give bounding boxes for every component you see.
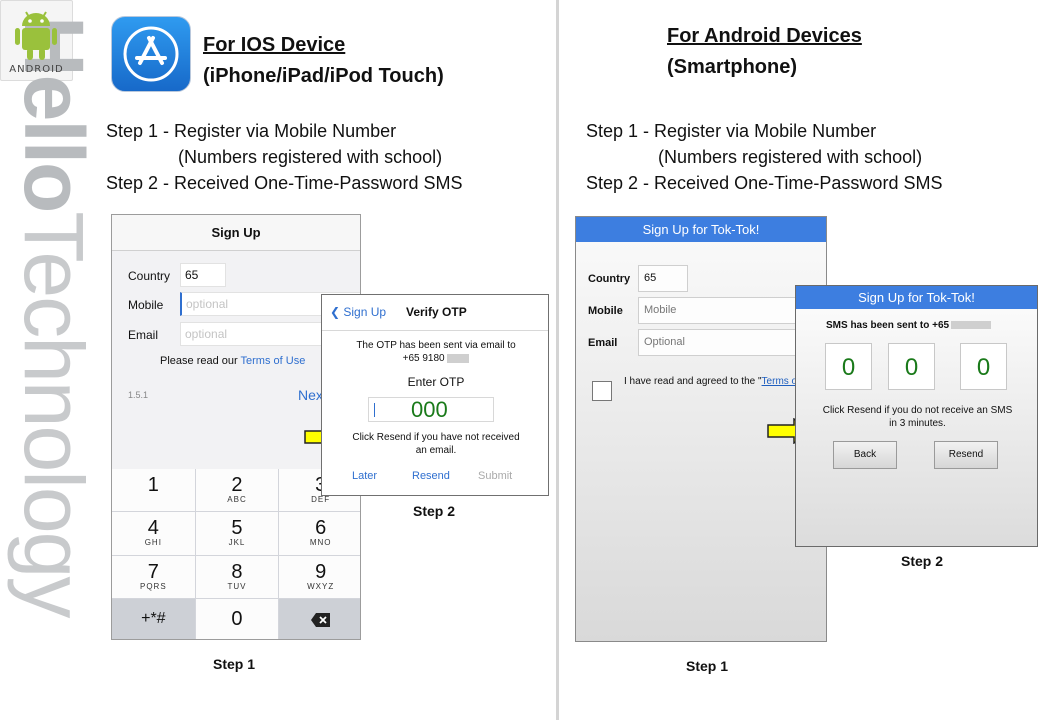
android-step1-note: (Numbers registered with school) xyxy=(658,147,923,167)
country-field[interactable]: 65 xyxy=(180,263,226,287)
ios-step1-caption: Step 1 xyxy=(213,656,256,672)
ios-header-line2: (iPhone/iPad/iPod Touch) xyxy=(203,65,444,87)
android-step2-caption: Step 2 xyxy=(901,553,944,569)
key-8[interactable]: 8 TUV xyxy=(195,555,279,598)
android-mobile-label: Mobile xyxy=(588,305,623,317)
otp-digit-2[interactable]: 0 xyxy=(888,343,935,390)
otp-sent-message: The OTP has been sent via email to +65 9… xyxy=(356,340,516,364)
brand-vertical-text: HelloTechnology xyxy=(0,0,100,720)
key-symbols[interactable]: +*# xyxy=(112,598,195,639)
agree-checkbox[interactable] xyxy=(592,381,612,401)
key-9[interactable]: 9 WXYZ xyxy=(279,555,360,598)
column-divider xyxy=(556,0,559,720)
country-label: Country xyxy=(128,269,171,283)
app-store-icon xyxy=(111,16,191,92)
resend-button[interactable]: Resend xyxy=(412,470,450,482)
otp-digit-1[interactable]: 0 xyxy=(825,343,872,390)
otp-resend-note: Click Resend if you have not received an… xyxy=(352,432,520,456)
android-header-line1: For Android Devices xyxy=(667,25,862,47)
ios-step2: Step 2 - Received One-Time-Password SMS xyxy=(106,173,463,193)
otp-code: 000 xyxy=(411,397,448,422)
key-4[interactable]: 4 GHI xyxy=(112,512,195,555)
android-country-label: Country xyxy=(588,273,631,285)
brand-rest: Technology xyxy=(7,211,100,617)
android-steps: Step 1 - Register via Mobile Number (Num… xyxy=(586,118,942,196)
terms-notice: Please read our Terms of Use xyxy=(160,355,305,367)
android-header-line2: (Smartphone) xyxy=(667,56,797,78)
android-country-field[interactable]: 65 xyxy=(638,265,688,292)
ios-step2-caption: Step 2 xyxy=(413,503,456,519)
back-button[interactable]: Back xyxy=(833,441,897,469)
ios-steps: Step 1 - Register via Mobile Number (Num… xyxy=(106,118,462,196)
otp-digit-3[interactable]: 0 xyxy=(960,343,1007,390)
later-button[interactable]: Later xyxy=(352,470,377,482)
key-6[interactable]: 6 MNO xyxy=(279,512,360,555)
ios-verify-otp-screen: ❮ Sign Up Verify OTP The OTP has been se… xyxy=(321,294,549,496)
otp-title: Verify OTP xyxy=(406,305,467,319)
version-label: 1.5.1 xyxy=(128,390,149,400)
ios-header-line1: For IOS Device xyxy=(203,34,346,56)
agree-text: I have read and agreed to the "Terms of … xyxy=(624,376,824,387)
android-step1-caption: Step 1 xyxy=(686,658,729,674)
key-2[interactable]: 2 ABC xyxy=(195,469,279,512)
email-label: Email xyxy=(128,328,159,342)
terms-prefix: Please read our xyxy=(160,355,238,367)
key-7[interactable]: 7 PQRS xyxy=(112,555,195,598)
terms-link[interactable]: Terms of Use xyxy=(241,355,306,367)
submit-button[interactable]: Submit xyxy=(478,470,512,482)
ios-header: For IOS Device (iPhone/iPad/iPod Touch) xyxy=(203,30,444,92)
backspace-icon[interactable] xyxy=(279,598,360,639)
mobile-label: Mobile xyxy=(128,298,164,312)
android-signup-title: Sign Up for Tok-Tok! xyxy=(576,217,826,242)
ios-step1-note: (Numbers registered with school) xyxy=(178,147,443,167)
key-1[interactable]: 1 xyxy=(112,469,195,512)
masked-number xyxy=(951,321,992,330)
android-step2: Step 2 - Received One-Time-Password SMS xyxy=(586,173,943,193)
ios-step1: Step 1 - Register via Mobile Number xyxy=(106,121,397,141)
android-header: For Android Devices (Smartphone) xyxy=(667,21,862,83)
android-email-label: Email xyxy=(588,337,618,349)
key-5[interactable]: 5 JKL xyxy=(195,512,279,555)
otp-back-button[interactable]: ❮ Sign Up xyxy=(330,305,386,319)
masked-number xyxy=(447,353,470,363)
otp-input[interactable]: 000 xyxy=(368,397,494,422)
sms-resend-note: Click Resend if you do not receive an SM… xyxy=(822,405,1013,429)
android-step1: Step 1 - Register via Mobile Number xyxy=(586,121,877,141)
android-sms-dialog: Sign Up for Tok-Tok! SMS has been sent t… xyxy=(795,285,1038,547)
android-resend-button[interactable]: Resend xyxy=(934,441,998,469)
otp-nav-bar: ❮ Sign Up Verify OTP xyxy=(322,295,548,331)
sms-sent-text: SMS has been sent to +65 xyxy=(826,320,992,331)
enter-otp-label: Enter OTP xyxy=(407,375,465,389)
ios-signup-title: Sign Up xyxy=(112,215,360,251)
android-wordmark: ANDROID xyxy=(9,64,64,75)
key-0[interactable]: 0 xyxy=(195,598,279,639)
android-dialog-title: Sign Up for Tok-Tok! xyxy=(796,286,1037,309)
